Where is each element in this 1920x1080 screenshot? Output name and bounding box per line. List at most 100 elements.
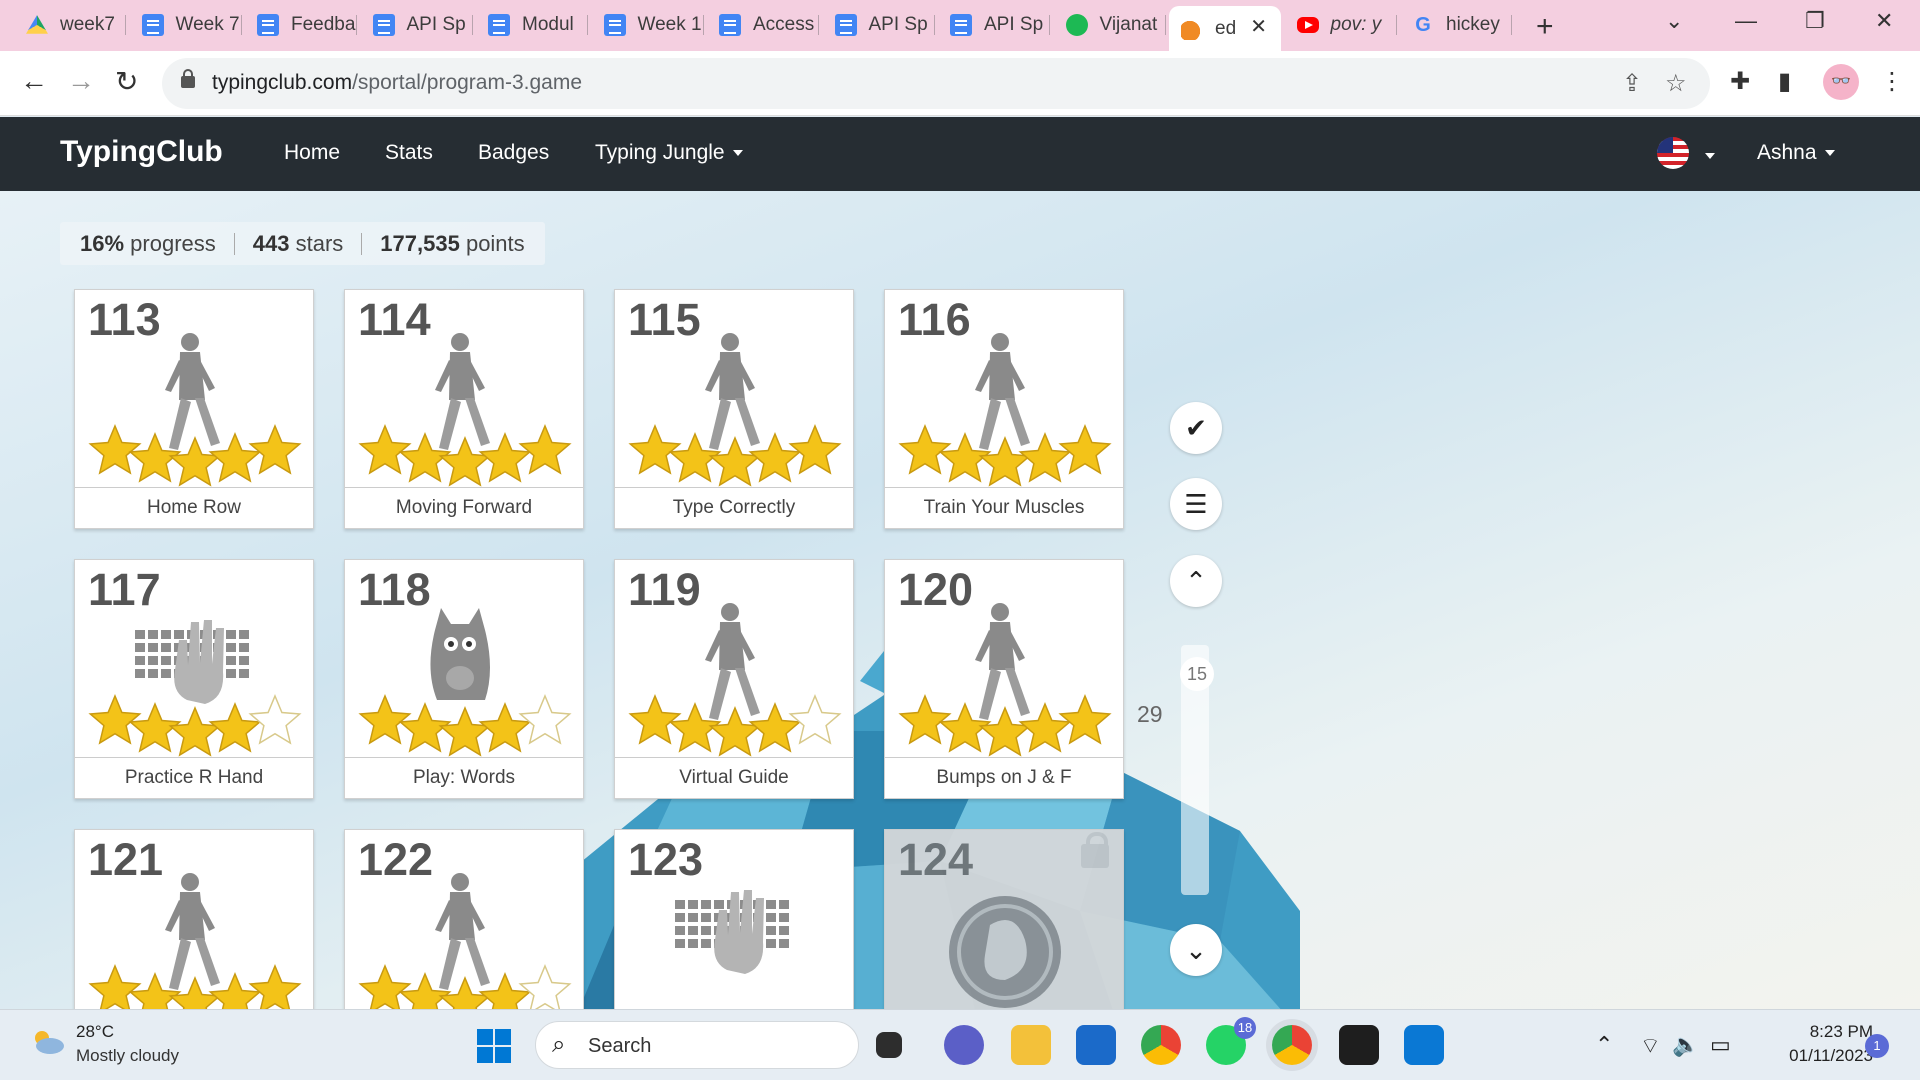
check-circle-icon[interactable]: ✔: [1170, 402, 1222, 454]
address-bar[interactable]: typingclub.com/sportal/program-3.game ⇪ …: [162, 58, 1710, 109]
lesson-card[interactable]: 122: [344, 829, 584, 1009]
tab-search-icon[interactable]: ⌄: [1665, 8, 1683, 34]
browser-tab[interactable]: API Sp: [823, 8, 935, 42]
filled-star-icon: [478, 702, 532, 753]
lock-icon[interactable]: [181, 69, 195, 88]
scroll-up-chevron-icon[interactable]: ⌃: [1170, 555, 1222, 607]
clock-date[interactable]: 01/11/2023: [1755, 1046, 1873, 1066]
figma-icon[interactable]: [1339, 1025, 1379, 1065]
browser-tab[interactable]: Vijanat: [1054, 8, 1166, 42]
tab-label: API Sp: [868, 14, 928, 35]
filled-star-icon: [1058, 424, 1112, 475]
taskbar-search[interactable]: ⌕ Search: [535, 1021, 859, 1069]
file-explorer-icon[interactable]: [1011, 1025, 1051, 1065]
nav-badges[interactable]: Badges: [478, 141, 549, 165]
chrome-icon[interactable]: [1141, 1025, 1181, 1065]
extensions-icon[interactable]: ✚: [1730, 67, 1750, 96]
browser-tab[interactable]: Week 7: [130, 8, 242, 42]
lesson-number: 122: [358, 834, 434, 885]
back-arrow-icon[interactable]: ←: [20, 65, 48, 97]
lesson-card[interactable]: 124: [884, 829, 1124, 1009]
site-navbar: TypingClub Home Stats Badges Typing Jung…: [0, 117, 1920, 191]
task-view-icon[interactable]: [876, 1032, 902, 1058]
site-logo[interactable]: TypingClub: [60, 135, 223, 169]
lesson-card[interactable]: 114 Moving Forward: [344, 289, 584, 529]
search-label: Search: [588, 1035, 652, 1057]
scroll-down-chevron-icon[interactable]: ⌄: [1170, 924, 1222, 976]
weather-description[interactable]: Mostly cloudy: [76, 1046, 179, 1066]
walking-person-icon: [358, 333, 572, 487]
whatsapp-icon[interactable]: 18: [1206, 1017, 1256, 1065]
teams-chat-icon[interactable]: [944, 1025, 984, 1065]
lesson-card[interactable]: 117 Practice R Hand: [74, 559, 314, 799]
close-window-button[interactable]: ✕: [1875, 8, 1893, 34]
battery-icon[interactable]: ▭: [1710, 1032, 1731, 1058]
browser-tab[interactable]: ed ✕: [1169, 6, 1281, 51]
tab-divider: [1049, 15, 1050, 35]
cloudy-weather-icon[interactable]: [28, 1028, 66, 1056]
tray-chevron-up-icon[interactable]: ⌃: [1595, 1032, 1613, 1058]
keyboard-hand-icon: [675, 890, 789, 974]
profile-avatar[interactable]: 👓: [1823, 64, 1859, 100]
walking-person-icon: [88, 873, 302, 1009]
microsoft-store-icon[interactable]: [1076, 1025, 1116, 1065]
new-tab-button[interactable]: +: [1536, 10, 1554, 44]
chrome-profile-icon[interactable]: [1272, 1025, 1312, 1065]
browser-tab[interactable]: week7: [14, 8, 126, 42]
browser-tab[interactable]: Week 1: [592, 8, 704, 42]
lesson-title: Train Your Muscles: [885, 487, 1123, 528]
browser-tab[interactable]: API Sp: [361, 8, 473, 42]
notification-badge[interactable]: 1: [1865, 1034, 1889, 1058]
wifi-icon[interactable]: ⌔: [1640, 1032, 1661, 1060]
browser-tab[interactable]: pov: y: [1285, 8, 1397, 42]
walking-person-icon: [628, 603, 842, 757]
chevron-down-icon: [1824, 150, 1835, 157]
lesson-card[interactable]: 115 Type Correctly: [614, 289, 854, 529]
tab-label: Week 7: [175, 14, 240, 35]
browser-toolbar: ← → ↻ typingclub.com/sportal/program-3.g…: [0, 51, 1920, 116]
forward-arrow-icon[interactable]: →: [67, 65, 95, 97]
filled-star-icon: [248, 964, 302, 1009]
bookmark-star-icon[interactable]: ☆: [1665, 69, 1687, 98]
weather-temperature[interactable]: 28°C: [76, 1022, 114, 1042]
lesson-card[interactable]: 123: [614, 829, 854, 1009]
share-icon[interactable]: ⇪: [1622, 69, 1642, 98]
reload-icon[interactable]: ↻: [115, 65, 138, 98]
tab-divider: [933, 15, 935, 35]
user-menu[interactable]: Ashna: [1757, 141, 1835, 165]
browser-tab[interactable]: Modul: [476, 8, 588, 42]
filled-star-icon: [88, 694, 142, 745]
url-text[interactable]: typingclub.com/sportal/program-3.game: [212, 71, 582, 95]
browser-tab[interactable]: Access: [707, 8, 819, 42]
vscode-icon[interactable]: [1404, 1025, 1444, 1065]
menu-lines-icon[interactable]: ☰: [1170, 478, 1222, 530]
us-flag-icon[interactable]: [1657, 137, 1689, 169]
lesson-card[interactable]: 113 Home Row: [74, 289, 314, 529]
browser-tab[interactable]: API Sp: [938, 8, 1050, 42]
scroll-position-marker[interactable]: 15: [1180, 657, 1214, 691]
nav-home[interactable]: Home: [284, 141, 340, 165]
lesson-title: Bumps on J & F: [885, 757, 1123, 798]
nav-stats[interactable]: Stats: [385, 141, 433, 165]
minimize-button[interactable]: —: [1735, 8, 1757, 34]
nav-typing-jungle[interactable]: Typing Jungle: [595, 141, 743, 165]
lesson-card[interactable]: 120 Bumps on J & F: [884, 559, 1124, 799]
lesson-card[interactable]: 116 Train Your Muscles: [884, 289, 1124, 529]
divider: [233, 232, 235, 255]
windows-start-icon[interactable]: [477, 1029, 511, 1063]
browser-tab[interactable]: Feedba: [245, 8, 357, 42]
lesson-card[interactable]: 121: [74, 829, 314, 1009]
clock-time[interactable]: 8:23 PM: [1793, 1022, 1873, 1042]
lesson-title: Virtual Guide: [615, 757, 853, 798]
menu-kebab-icon[interactable]: ⋮: [1880, 67, 1904, 96]
browser-tab[interactable]: Ghickey: [1400, 8, 1512, 42]
restore-button[interactable]: ❐: [1805, 8, 1825, 34]
volume-icon[interactable]: 🔈: [1672, 1032, 1699, 1058]
youtube-icon: [1296, 17, 1319, 33]
tab-close-icon[interactable]: ✕: [1250, 14, 1267, 39]
language-chevron-down-icon[interactable]: [1705, 153, 1715, 159]
docs-icon: [834, 14, 857, 36]
lesson-card[interactable]: 119 Virtual Guide: [614, 559, 854, 799]
lesson-card[interactable]: 118 Play: Words: [344, 559, 584, 799]
side-panel-icon[interactable]: ▮: [1778, 67, 1791, 96]
